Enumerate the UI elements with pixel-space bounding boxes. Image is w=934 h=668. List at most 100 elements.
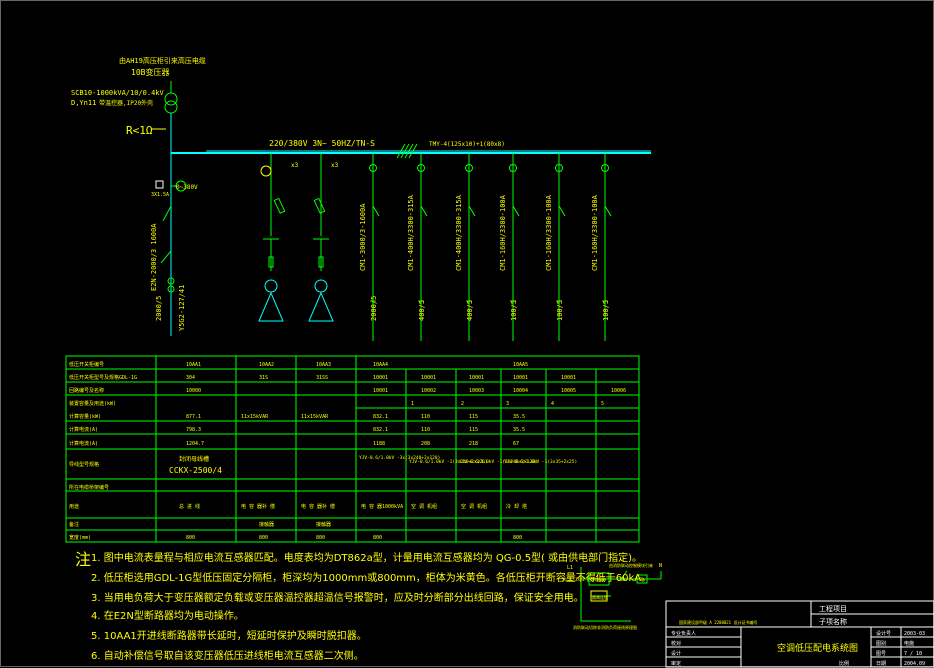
field-4: 日期 xyxy=(876,661,886,667)
circuit-1: 10000 xyxy=(186,388,201,394)
branch-ct-label: 2000/5 xyxy=(370,296,378,321)
branch-breaker-symbol xyxy=(468,205,476,217)
value-4: 2004.09 xyxy=(904,661,925,667)
note-2: 2. 低压柜选用GDL-1G型低压固定分隔柜，柜深均为1000mm或800mm，… xyxy=(91,573,652,584)
meter-box xyxy=(155,180,164,189)
cabinet-5: 10AA5 xyxy=(513,362,528,368)
power2-1: 798.3 xyxy=(186,427,201,433)
meter-range: 0~380V xyxy=(176,184,198,191)
note-5: 5. 10AA1开进线断路器带长延时，短延时保护及瞬时脱扣器。 xyxy=(91,631,367,642)
branch-ct-label: 100/5 xyxy=(556,300,564,321)
sketch-label-5: 跳闸连锁 xyxy=(592,594,608,600)
use-1: 总 进 线 xyxy=(179,503,200,510)
model-7: 10001 xyxy=(513,375,528,381)
transformer-spec-3: 带温控器,IP20外壳 xyxy=(99,99,153,107)
power-5: 110 xyxy=(421,414,430,420)
drawing-canvas: 由AH19高压柜引来高压电缆 10B变压器 SCB10-1000kVA/10/0… xyxy=(0,0,934,668)
use-2: 电 容 器补 偿 xyxy=(241,503,275,510)
row-label: 用途 xyxy=(69,503,79,510)
busway-spec: TMY-4(125x10)+1(80x8) xyxy=(429,141,505,148)
power2-3: 110 xyxy=(421,427,430,433)
value-1: 2003-03 xyxy=(904,631,925,637)
transformer-note: 由AH19高压柜引来高压电缆 xyxy=(119,56,206,65)
circuit-4: 10003 xyxy=(469,388,484,394)
power-1: 877.1 xyxy=(186,414,201,420)
row-label: 导线型号规格 xyxy=(69,461,99,468)
current-4: 218 xyxy=(469,441,478,447)
row-label: 备注 xyxy=(69,521,79,528)
width-3: 800 xyxy=(316,535,325,541)
circuit-3: 10002 xyxy=(421,388,436,394)
note-3: 3. 当用电负荷大于变压器额定负载或变压器温控器超温信号报警时，应及时分断部分出… xyxy=(91,593,584,604)
power-4: 832.1 xyxy=(373,414,388,420)
transformer-secondary-winding xyxy=(164,100,178,114)
sub-num-2: 2 xyxy=(461,401,464,407)
notes-mark: 注 xyxy=(75,550,92,569)
busway-model: CCKX-2500/4 xyxy=(169,466,222,475)
cabinet-4: 10AA4 xyxy=(373,362,388,368)
branch-ct-label: 400/5 xyxy=(466,300,474,321)
field-1: 设计号 xyxy=(876,630,891,637)
capacitor-label-1: x3 xyxy=(291,162,299,169)
use-3: 电 容 器补 偿 xyxy=(301,503,335,510)
branch-breaker-symbol xyxy=(558,205,566,217)
branch-breaker-symbol xyxy=(604,205,612,217)
bus-spec: 220/380V 3N~ 50HZ/TN-S xyxy=(269,139,375,148)
model-8: 10001 xyxy=(561,375,576,381)
width-1: 800 xyxy=(186,535,195,541)
row-label: 低压开关柜编号 xyxy=(69,361,104,368)
current-1: 1204.7 xyxy=(186,441,204,447)
branch-breaker-label: CM1-160H/3300-100A xyxy=(545,194,553,271)
ct-spec-label: Y5G2-127/41 xyxy=(178,285,186,331)
power-7: 35.5 xyxy=(513,414,525,420)
model-5: 10001 xyxy=(421,375,436,381)
circuit-5: 10004 xyxy=(513,388,528,394)
incoming-breaker-symbol xyxy=(160,250,172,264)
value-3: 7 / 10 xyxy=(904,651,922,657)
circuit-6: 10005 xyxy=(561,388,576,394)
power2-4: 115 xyxy=(469,427,478,433)
branch-breaker-symbol xyxy=(512,205,520,217)
drawing-title: 空调低压配电系统图 xyxy=(777,642,858,654)
transformer-spec-2: D,Yn11 xyxy=(71,99,96,107)
use-5: 空 调 机组 xyxy=(411,503,437,510)
approver: 审定 xyxy=(671,660,681,667)
power-6: 115 xyxy=(469,414,478,420)
current-3: 208 xyxy=(421,441,430,447)
bus-label: 10B变压器 xyxy=(131,67,169,77)
title-block xyxy=(665,600,934,668)
branch-breaker-label: CM1-400H/3300-315A xyxy=(455,194,463,271)
branch-ct-label: 100/5 xyxy=(602,300,610,321)
current-2: 1188 xyxy=(373,441,385,447)
remark-3: 接触器 xyxy=(316,521,331,528)
cabinet-1: 10AA1 xyxy=(186,362,201,368)
field-3: 图号 xyxy=(876,651,886,657)
cabinet-2: 10AA2 xyxy=(259,362,274,368)
busway-name: 封闭母线槽 xyxy=(179,455,209,463)
meter-range-2: 3X1.5A xyxy=(151,192,169,198)
width-5: 800 xyxy=(513,535,522,541)
model-3: 31SS xyxy=(316,375,328,381)
model-2: 31S xyxy=(259,375,268,381)
row-label: 装置容量及用途(kW) xyxy=(69,400,116,407)
sub-num-5: 5 xyxy=(601,401,604,407)
branch-ct-label: 400/5 xyxy=(418,300,426,321)
note-6: 6. 自动补偿信号取自该变压器低压进线柜电流互感器二次侧。 xyxy=(91,651,364,662)
current-5: 67 xyxy=(513,441,519,447)
width-4: 800 xyxy=(373,535,382,541)
sub-project-label: 子项名称 xyxy=(819,617,847,626)
role-2: 校对 xyxy=(671,640,681,647)
row-label: 低压开关柜型号及规格GDL-1G xyxy=(69,374,137,381)
branch-breaker-symbol xyxy=(420,205,428,217)
branch-breaker-label: CM1-3000/3-1600A xyxy=(359,203,367,271)
incoming-ct-label: 2000/5 xyxy=(155,296,163,321)
power2-5: 35.5 xyxy=(513,427,525,433)
incoming-breaker-label: E2N-2000/3 1600A xyxy=(150,223,158,291)
grounding-resistance: R<1Ω xyxy=(126,124,153,137)
circuit-2: 10001 xyxy=(373,388,388,394)
note-4: 4. 在E2N型断路器均为电动操作。 xyxy=(91,611,244,622)
schematic-diagram: 由AH19高压柜引来高压电缆 10B变压器 SCB10-1000kVA/10/0… xyxy=(65,56,934,668)
branch-breaker-label: CM1-400H/3300-315A xyxy=(407,194,415,271)
use-4: 电 容 器1000kVA xyxy=(361,503,403,510)
branch-breaker-symbol xyxy=(372,205,380,217)
